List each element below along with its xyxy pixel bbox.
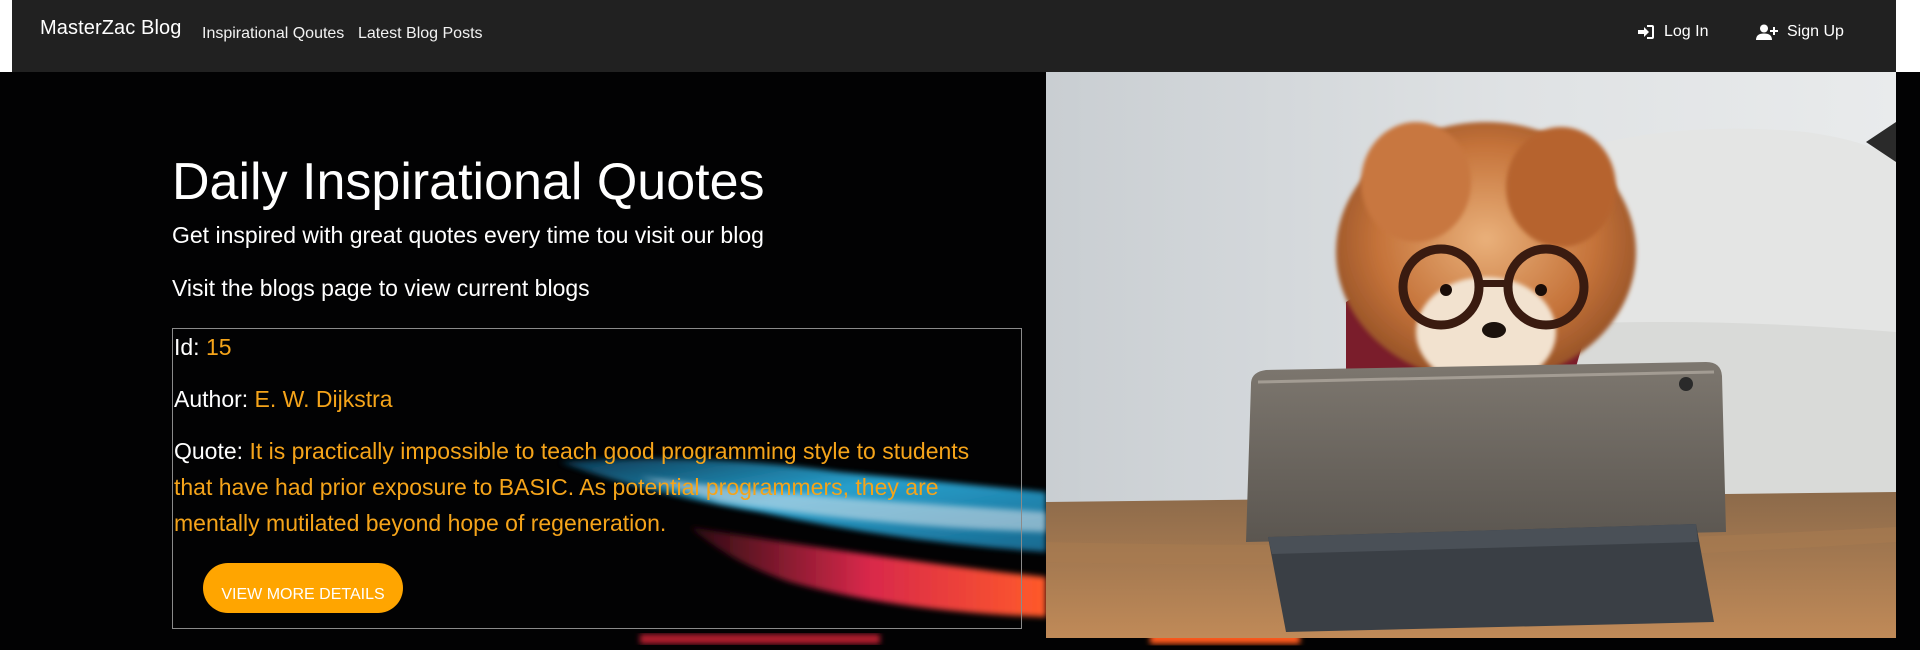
- quote-id-row: Id: 15: [174, 329, 232, 365]
- quote-id-label: Id:: [174, 334, 200, 360]
- sign-in-icon: [1637, 24, 1655, 40]
- hero-subtitle: Get inspired with great quotes every tim…: [172, 222, 764, 248]
- brand-logo-link[interactable]: MasterZac Blog: [40, 17, 181, 40]
- signup-button[interactable]: Sign Up: [1756, 23, 1844, 41]
- login-label: Log In: [1664, 23, 1709, 40]
- quote-card: Id: 15 Author: E. W. Dijkstra Quote: It …: [172, 328, 1022, 629]
- nav-link-inspirational-quotes[interactable]: Inspirational Qoutes: [202, 25, 344, 43]
- quote-author-row: Author: E. W. Dijkstra: [174, 381, 393, 417]
- quote-author-label: Author:: [174, 386, 249, 412]
- hero-photo-dog-with-tablet: [1046, 72, 1896, 638]
- quote-text-row: Quote: It is practically impossible to t…: [174, 433, 1004, 541]
- quote-author-value: E. W. Dijkstra: [254, 386, 393, 412]
- quote-text-label: Quote:: [174, 438, 244, 464]
- login-button[interactable]: Log In: [1637, 23, 1708, 41]
- view-more-details-button[interactable]: VIEW MORE DETAILS: [203, 563, 403, 613]
- signup-label: Sign Up: [1787, 23, 1844, 40]
- nav-link-latest-blog-posts[interactable]: Latest Blog Posts: [358, 25, 483, 43]
- quote-id-value: 15: [205, 334, 232, 360]
- page-title: Daily Inspirational Quotes: [172, 153, 765, 211]
- hero-subtitle-blogs: Visit the blogs page to view current blo…: [172, 275, 590, 301]
- hero-section: Daily Inspirational Quotes Get inspired …: [0, 72, 1920, 650]
- quote-text-value: It is practically impossible to teach go…: [174, 438, 970, 536]
- top-navbar: MasterZac Blog Inspirational Qoutes Late…: [12, 0, 1896, 72]
- user-plus-icon: [1756, 24, 1778, 40]
